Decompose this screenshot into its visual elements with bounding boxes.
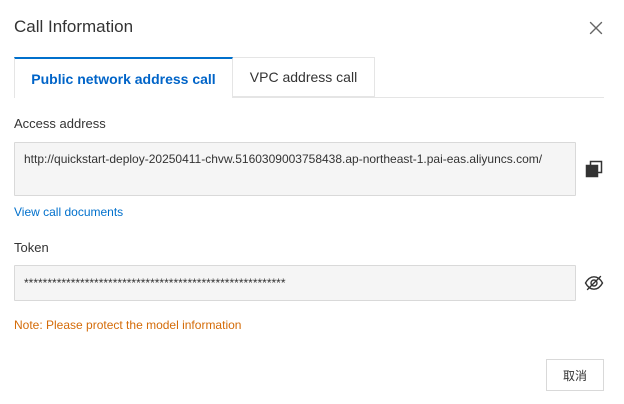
tab-vpc-address-call[interactable]: VPC address call (233, 57, 375, 97)
copy-button[interactable] (583, 158, 605, 180)
view-call-documents-link[interactable]: View call documents (14, 205, 123, 219)
access-address-label: Access address (14, 116, 106, 131)
close-button[interactable] (585, 17, 607, 39)
protection-note: Note: Please protect the model informati… (14, 318, 242, 332)
tab-public-network-address-call[interactable]: Public network address call (14, 57, 233, 98)
toggle-token-visibility-button[interactable] (583, 272, 605, 294)
close-icon (589, 21, 603, 35)
copy-icon (585, 160, 603, 178)
cancel-button[interactable]: 取消 (546, 359, 604, 391)
token-label: Token (14, 240, 49, 255)
token-field[interactable]: ****************************************… (14, 265, 576, 301)
dialog-title: Call Information (14, 17, 134, 36)
tab-bar: Public network address call VPC address … (14, 57, 604, 98)
access-address-field[interactable]: http://quickstart-deploy-20250411-chvw.5… (14, 142, 576, 196)
call-information-dialog: Call Information Public network address … (0, 0, 624, 404)
eye-hidden-icon (584, 275, 604, 291)
